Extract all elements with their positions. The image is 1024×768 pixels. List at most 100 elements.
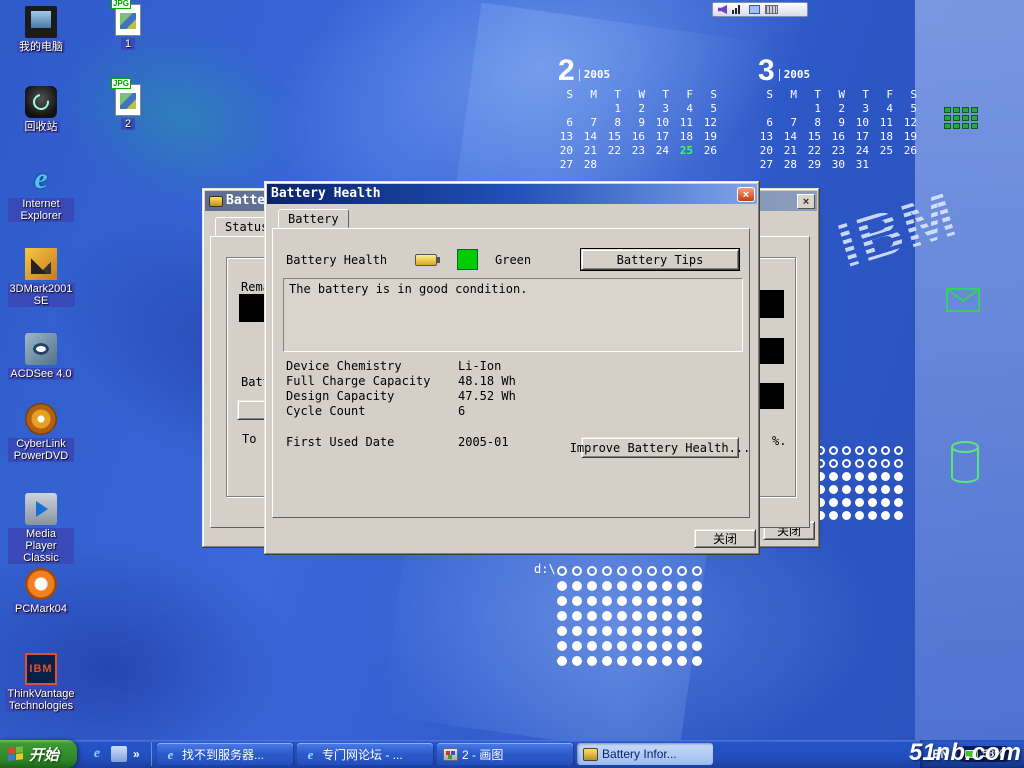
task-button[interactable]: Battery Infor... [577,743,713,765]
task-label: 专门网论坛 - ... [322,746,403,763]
start-button[interactable]: 开始 [0,740,77,768]
watermark: 51nb.com [909,739,1021,767]
file-icon-label: 2 [121,118,135,130]
task-label: Battery Infor... [602,747,677,761]
desktop-icon-pcmark04[interactable]: PCMark04 [8,568,74,615]
battery-tips-button[interactable]: Battery Tips [581,249,739,270]
tab-battery[interactable]: Battery [278,209,349,228]
desktop-icon-recycle-bin[interactable]: 回收站 [8,86,74,133]
dialog-title: Battery Health [271,184,734,204]
desktop-icon-media-player-classic[interactable]: Media Player Classic [8,493,74,564]
volume-bars-icon[interactable] [732,5,744,14]
paint-icon [443,748,458,761]
calendar-header: 22005 [558,56,724,86]
file-icon-jpg-file-1[interactable]: JPG1 [98,4,158,50]
field-value: Li-Ion [458,359,501,374]
improve-battery-health-button[interactable]: Improve Battery Health... [581,437,739,458]
file-icon-label: 1 [121,38,135,50]
calendar-day-header: S [756,88,780,102]
calendar-day-header: S [700,88,724,102]
field-value: 47.52 Wh [458,389,516,404]
speaker-icon[interactable] [718,5,727,14]
desktop-icon-label: ACDSee 4.0 [8,368,73,380]
calendar-date: 24 [852,144,876,158]
field-label: Design Capacity [286,389,458,404]
calendar-header: 3 2005 [758,56,924,86]
calendar-date [900,158,924,172]
field-value: 48.18 Wh [458,374,516,389]
calendar-month-2: 22005SMTWTFS1234567891011121314151617181… [556,56,724,172]
display-icon[interactable] [749,5,760,14]
battery-icon [583,748,598,761]
calendar-grid: SMTWTFS123456789101112131415161718192021… [756,88,924,172]
calendar-date: 11 [876,116,900,130]
calendar-date: 20 [756,144,780,158]
desktop-icon-cyberlink-powerdvd[interactable]: CyberLink PowerDVD [8,403,74,462]
calendar-date: 21 [580,144,604,158]
calendar-date: 23 [828,144,852,158]
calendar-date: 18 [876,130,900,144]
calendar-year: 2005 [579,69,611,81]
calendar-date: 13 [756,130,780,144]
calendar-date: 16 [828,130,852,144]
calendar-date: 4 [876,102,900,116]
calendar-date [780,102,804,116]
battery-health-dialog[interactable]: Battery Health × Battery Battery Health … [264,181,760,555]
desktop-icon-thinkvantage-technologies[interactable]: IBMThinkVantage Technologies [8,653,74,712]
more-chevron-icon[interactable]: » [133,746,143,762]
calendar-date: 28 [780,158,804,172]
close-icon[interactable]: × [797,194,815,209]
field-value: 6 [458,404,465,419]
calendar-date: 9 [828,116,852,130]
taskbar: 开始 e» e找不到服务器...e专门网论坛 - ...2 - 画图Batter… [0,740,1024,768]
calendar-day-header: S [900,88,924,102]
desktop-icon-my-computer[interactable]: 我的电脑 [8,6,74,53]
calendar-day-header: F [676,88,700,102]
calendar-date: 16 [628,130,652,144]
desktop-icon-internet-explorer[interactable]: eInternet Explorer [8,163,74,222]
calendar-date: 5 [900,102,924,116]
calendar-day-header: F [876,88,900,102]
calendar-date: 19 [700,130,724,144]
keyboard-icon[interactable] [765,5,778,14]
task-button[interactable]: e专门网论坛 - ... [297,743,433,765]
calendar-year: 2005 [779,69,811,81]
calendar-date: 24 [652,144,676,158]
calendar-month-3: 32005SMTWTFS1234567891011121314151617181… [756,56,924,172]
show-desktop-icon[interactable] [111,746,127,762]
jpg-badge: JPG [111,0,131,9]
ibm-icon: IBM [25,653,57,685]
battery-app-icon [209,196,223,207]
calendar-date: 9 [628,116,652,130]
powerdvd-icon [25,403,57,435]
calendar-date: 1 [804,102,828,116]
battery-tab-page: Battery Health Green Battery Tips The ba… [272,228,750,518]
close-icon[interactable]: × [737,187,755,202]
envelope-icon [946,288,980,312]
quick-launch-bar: e» [81,742,152,766]
start-label: 开始 [29,744,59,765]
calendar-day-header: W [628,88,652,102]
desktop-icon-acdsee[interactable]: ACDSee 4.0 [8,333,74,380]
task-button[interactable]: 2 - 画图 [437,743,573,765]
calendar-month-number: 3 [758,56,775,86]
close-button[interactable]: 关闭 [694,529,756,548]
calendar-date: 2 [628,102,652,116]
task-button[interactable]: e找不到服务器... [157,743,293,765]
first-used-row: First Used Date 2005-01 [286,435,509,449]
field-label: Full Charge Capacity [286,374,458,389]
calendar-date [604,158,628,172]
battery-health-label: Battery Health [286,253,387,267]
internet-explorer-icon[interactable]: e [89,746,105,762]
file-icon-jpg-file-2[interactable]: JPG2 [98,84,158,130]
calendar-day-header: T [804,88,828,102]
field-label: Cycle Count [286,404,458,419]
desktop-icon-3dmark2001-se[interactable]: 3DMark2001 SE [8,248,74,307]
calendar-date: 28 [580,158,604,172]
floating-toolbar[interactable] [712,2,808,17]
calendar-date: 31 [852,158,876,172]
dialog-titlebar[interactable]: Battery Health × [267,184,757,204]
field-label: Device Chemistry [286,359,458,374]
grid-art-icon [944,107,978,129]
windows-logo-icon [8,746,24,762]
